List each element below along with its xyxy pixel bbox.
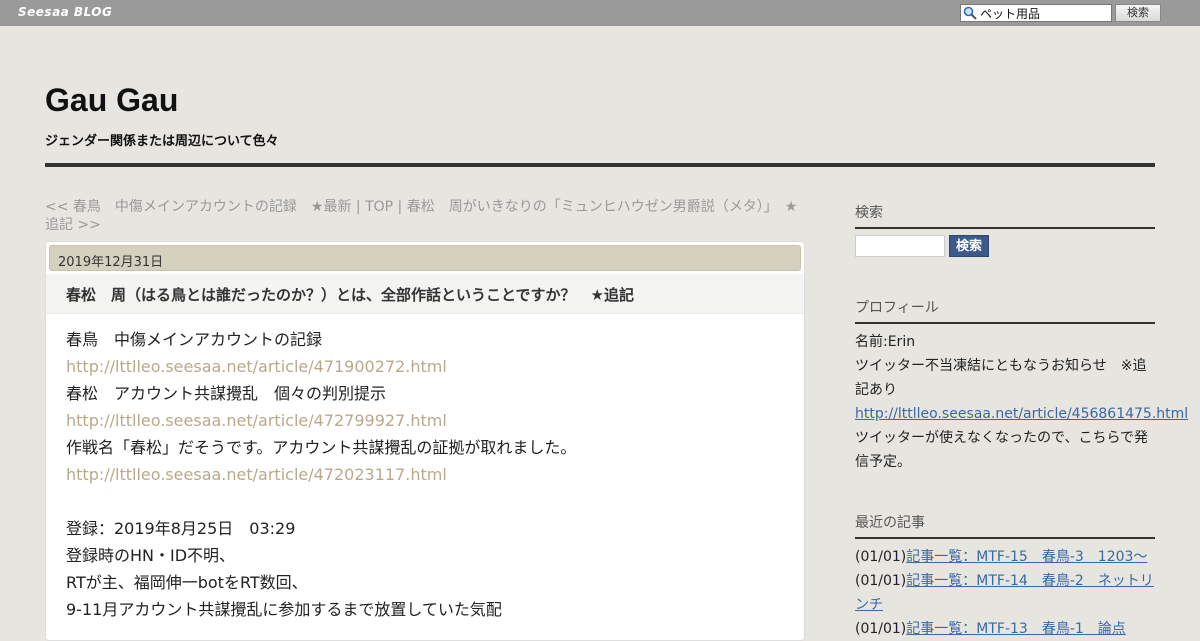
entry-body-line: 春鳥 中傷メインアカウントの記録 bbox=[66, 330, 323, 349]
search-icon bbox=[963, 6, 977, 20]
top-search-button[interactable]: 検索 bbox=[1115, 4, 1161, 22]
recent-article-item: (01/01)記事一覧：MTF-13 春鳥-1 論点 bbox=[855, 617, 1155, 641]
entry-body-line bbox=[66, 488, 786, 515]
entry-title-bar: 春松 周（はる鳥とは誰だったのか？）とは、全部作話ということですか？ ★追記 bbox=[46, 274, 804, 314]
entry-body-line: 春松 アカウント共謀攪乱 個々の判別提示 bbox=[66, 384, 387, 403]
recent-article-date: (01/01) bbox=[855, 549, 907, 565]
recent-article-item: (01/01)記事一覧：MTF-15 春鳥-3 1203～ bbox=[855, 545, 1155, 569]
entry-body-link[interactable]: http://lttlleo.seesaa.net/article/472799… bbox=[66, 407, 786, 434]
entry-body-line: 登録時のHN・ID不明、 bbox=[66, 546, 236, 565]
entry-body-line: 登録：2019年8月25日 03:29 bbox=[66, 519, 296, 538]
recent-article-date: (01/01) bbox=[855, 621, 907, 637]
sidebar-recent-heading: 最近の記事 bbox=[855, 512, 1155, 539]
profile-body: 名前:Erin ツイッター不当凍結にともなうお知らせ ※追記あり http://… bbox=[855, 330, 1188, 474]
top-bar: Seesaa BLOG 検索 bbox=[0, 0, 1200, 26]
entry-body-line: 作戦名「春松」だそうです。アカウント共謀攪乱の証拠が取れました。 bbox=[66, 438, 577, 457]
recent-article-item: (01/01)記事一覧：MTF-14 春鳥-2 ネットリンチ bbox=[855, 569, 1155, 617]
entry-body-link[interactable]: http://lttlleo.seesaa.net/article/472023… bbox=[66, 461, 786, 488]
profile-name: 名前:Erin bbox=[855, 334, 916, 350]
recent-article-link[interactable]: 記事一覧：MTF-13 春鳥-1 論点 bbox=[906, 621, 1126, 637]
profile-link[interactable]: http://lttlleo.seesaa.net/article/456861… bbox=[855, 406, 1188, 422]
entry-title[interactable]: 春松 周（はる鳥とは誰だったのか？）とは、全部作話ということですか？ ★追記 bbox=[66, 284, 634, 305]
recent-article-link[interactable]: 記事一覧：MTF-15 春鳥-3 1203～ bbox=[906, 549, 1147, 565]
entry-body-line: 9-11月アカウント共謀攪乱に参加するまで放置していた気配 bbox=[66, 600, 502, 619]
nav-separator: | bbox=[393, 199, 407, 215]
profile-note: ツイッターが使えなくなったので、こちらで発信予定。 bbox=[855, 430, 1149, 470]
entry-date: 2019年12月31日 bbox=[49, 245, 801, 271]
profile-notice: ツイッター不当凍結にともなうお知らせ ※追記あり bbox=[855, 358, 1147, 398]
sidebar-search-input[interactable] bbox=[855, 235, 945, 257]
entry-body-link[interactable]: http://lttlleo.seesaa.net/article/471900… bbox=[66, 353, 786, 380]
top-link[interactable]: TOP bbox=[365, 199, 393, 215]
header-divider bbox=[45, 163, 1155, 167]
blog-description: ジェンダー関係または周辺について色々 bbox=[45, 134, 279, 149]
nav-separator: | bbox=[351, 199, 366, 215]
entry-body: 春鳥 中傷メインアカウントの記録 http://lttlleo.seesaa.ne… bbox=[66, 326, 786, 623]
recent-article-date: (01/01) bbox=[855, 573, 907, 589]
sidebar-search-heading: 検索 bbox=[855, 202, 1155, 229]
top-search-input[interactable] bbox=[960, 4, 1112, 22]
article-navigation: << 春鳥 中傷メインアカウントの記録 ★最新 | TOP | 春松 周がいきな… bbox=[45, 198, 810, 234]
entry-body-line: RTが主、福岡伸一botをRT数回、 bbox=[66, 573, 308, 592]
seesaa-blog-logo[interactable]: Seesaa BLOG bbox=[18, 5, 112, 19]
blog-title[interactable]: Gau Gau bbox=[45, 82, 178, 119]
recent-articles-list: (01/01)記事一覧：MTF-15 春鳥-3 1203～ (01/01)記事一覧… bbox=[855, 545, 1155, 641]
prev-article-link[interactable]: << 春鳥 中傷メインアカウントの記録 ★最新 bbox=[45, 199, 351, 215]
sidebar-profile-heading: プロフィール bbox=[855, 297, 1155, 324]
article-entry: 2019年12月31日 春松 周（はる鳥とは誰だったのか？）とは、全部作話という… bbox=[45, 241, 805, 641]
sidebar-search-button[interactable]: 検索 bbox=[949, 235, 989, 257]
